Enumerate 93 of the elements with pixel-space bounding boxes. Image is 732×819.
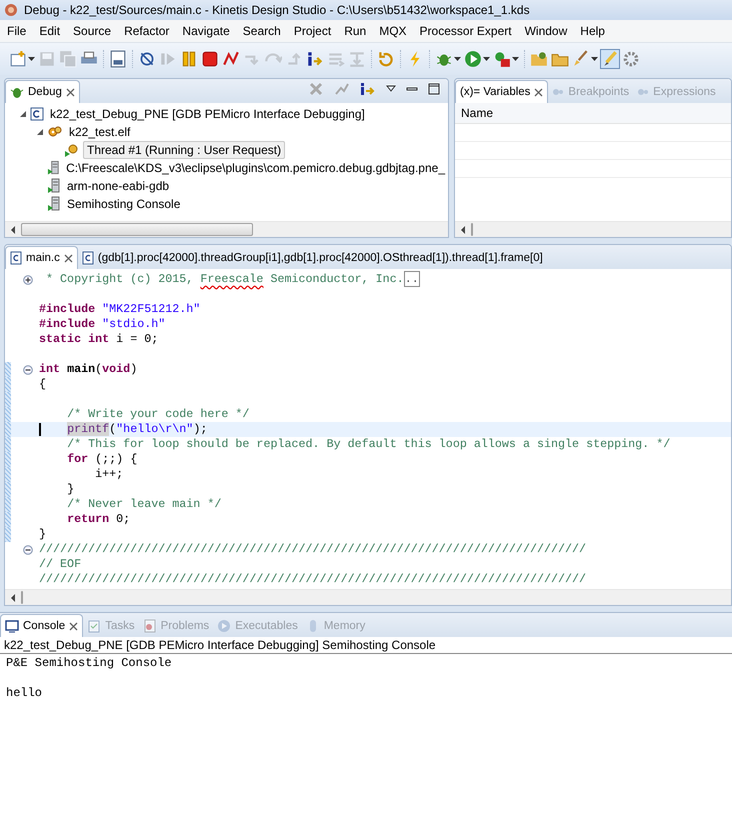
process-icon <box>47 178 61 194</box>
tree-item[interactable]: k22_test.elf <box>66 124 134 140</box>
close-icon[interactable] <box>66 88 75 96</box>
disconnect-icon[interactable] <box>222 50 240 68</box>
menu-item[interactable]: Navigate <box>175 24 236 38</box>
menu-item[interactable]: Refactor <box>117 24 176 38</box>
app-icon <box>4 3 18 17</box>
menu-item[interactable]: MQX <box>372 24 413 38</box>
maximize-icon[interactable] <box>428 83 440 95</box>
expanded-arrow-icon[interactable] <box>19 110 27 118</box>
code-line: i++; <box>94 467 124 482</box>
console-output: hello <box>5 686 44 701</box>
clipboard-icon <box>87 619 102 633</box>
brush-icon[interactable] <box>572 50 590 68</box>
monitor-icon <box>5 619 19 633</box>
menu-item[interactable]: Help <box>573 24 611 38</box>
play-icon <box>217 619 232 633</box>
horizontal-scrollbar[interactable] <box>455 221 731 237</box>
play-icon[interactable] <box>464 50 482 68</box>
collapse-icon[interactable] <box>23 364 33 374</box>
close-icon[interactable] <box>64 254 73 262</box>
caret-icon[interactable] <box>28 56 35 62</box>
tab[interactable]: Console <box>0 614 84 637</box>
dots-icon <box>552 86 564 98</box>
code-line: return 0; <box>66 512 130 527</box>
stop-icon[interactable] <box>201 50 219 68</box>
caret-icon[interactable] <box>591 56 598 62</box>
menu-item[interactable]: Run <box>337 24 372 38</box>
tab[interactable]: (x)= Variables <box>455 80 548 103</box>
text-cursor <box>39 423 41 436</box>
external-tool-icon[interactable] <box>493 50 511 68</box>
code-line: // EOF <box>39 557 82 572</box>
crossed-circle-icon[interactable] <box>138 50 156 68</box>
process-icon <box>47 160 60 176</box>
window-title: Debug - k22_test/Sources/main.c - Kinetis Design Studio - C:\Users\b51432\workspace1_1.kds <box>24 3 530 17</box>
menu-item[interactable]: Search <box>236 24 287 38</box>
tree-item[interactable]: k22_test_Debug_PNE [GDB PEMicro Interface Debugging] <box>47 106 368 122</box>
tree-item[interactable]: C:\Freescale\KDS_v3\eclipse\plugins\com.pemicro.debug.gdbjtag.pne_ <box>63 160 448 176</box>
open-folder-icon[interactable] <box>530 50 548 68</box>
horizontal-scrollbar[interactable] <box>5 589 731 605</box>
expanded-arrow-icon[interactable] <box>36 128 44 136</box>
binary-file-icon[interactable] <box>109 50 127 68</box>
tab[interactable]: main.c <box>5 246 78 269</box>
instruction-step-icon[interactable] <box>306 50 324 68</box>
collapse-icon[interactable] <box>23 544 33 554</box>
close-icon[interactable] <box>534 88 544 96</box>
expand-icon[interactable] <box>23 274 33 284</box>
code-line: int main(void) <box>39 362 138 377</box>
code-line: for (;;) { <box>66 452 138 467</box>
view-menu-icon[interactable] <box>386 85 396 93</box>
caret-icon[interactable] <box>454 56 461 62</box>
tab[interactable]: (gdb[1].proc[42000].threadGroup[i1],gdb[1].proc[42000].OSthread[1]).thread[1].frame[0] <box>78 247 547 269</box>
caret-icon[interactable] <box>512 56 519 62</box>
code-line: /* Never leave main */ <box>66 497 222 512</box>
pause-icon[interactable] <box>180 50 198 68</box>
code-line: { <box>39 377 46 392</box>
code-line: } <box>66 482 74 497</box>
code-line: #include "MK22F51212.h" <box>39 302 200 317</box>
problems-icon <box>142 619 157 633</box>
code-line: * Copyright (c) 2015, Freescale Semiconductor, Inc... <box>45 272 420 287</box>
code-line: } <box>39 527 46 542</box>
c-file-icon <box>30 107 44 121</box>
code-line: ////////////////////////////////////////////////////////////////////////////// <box>39 572 586 587</box>
menu-item[interactable]: Processor Expert <box>412 24 518 38</box>
code-line: #include "stdio.h" <box>39 317 166 332</box>
code-line: printf("hello\r\n"); <box>66 422 208 437</box>
code-line: /* Write your code here */ <box>66 407 250 422</box>
code-line: /* This for loop should be replaced. By default this loop allows a single stepping. */ <box>66 437 670 452</box>
bug-icon <box>10 85 24 99</box>
tree-item[interactable]: arm-none-eabi-gdb <box>64 178 172 194</box>
gears-icon <box>47 125 63 139</box>
tab[interactable]: Debug <box>5 80 80 103</box>
menu-item[interactable]: Source <box>66 24 118 38</box>
caret-icon[interactable] <box>483 56 490 62</box>
close-icon[interactable] <box>69 622 78 630</box>
tree-item[interactable]: Thread #1 (Running : User Request) <box>83 141 286 159</box>
c-file-icon <box>82 251 94 265</box>
menu-item[interactable]: Edit <box>32 24 66 38</box>
thread-icon <box>64 143 80 157</box>
instruction-step-icon[interactable] <box>360 81 376 97</box>
menu-item[interactable]: File <box>0 24 32 38</box>
menu-item[interactable]: Project <box>286 24 338 38</box>
column-header[interactable]: Name <box>461 106 494 120</box>
horizontal-scrollbar[interactable] <box>5 221 448 237</box>
menu-item[interactable]: Window <box>518 24 574 38</box>
process-icon <box>47 196 61 212</box>
code-line: static int i = 0; <box>39 332 158 347</box>
new-file-icon[interactable] <box>9 50 27 68</box>
code-line: ////////////////////////////////////////////////////////////////////////////// <box>39 542 586 557</box>
console-output: P&E Semihosting Console <box>5 656 173 671</box>
c-file-icon <box>10 251 22 265</box>
tree-item[interactable]: Semihosting Console <box>64 196 184 212</box>
console-title: k22_test_Debug_PNE [GDB PEMicro Interface Debugging] Semihosting Console <box>4 638 436 652</box>
